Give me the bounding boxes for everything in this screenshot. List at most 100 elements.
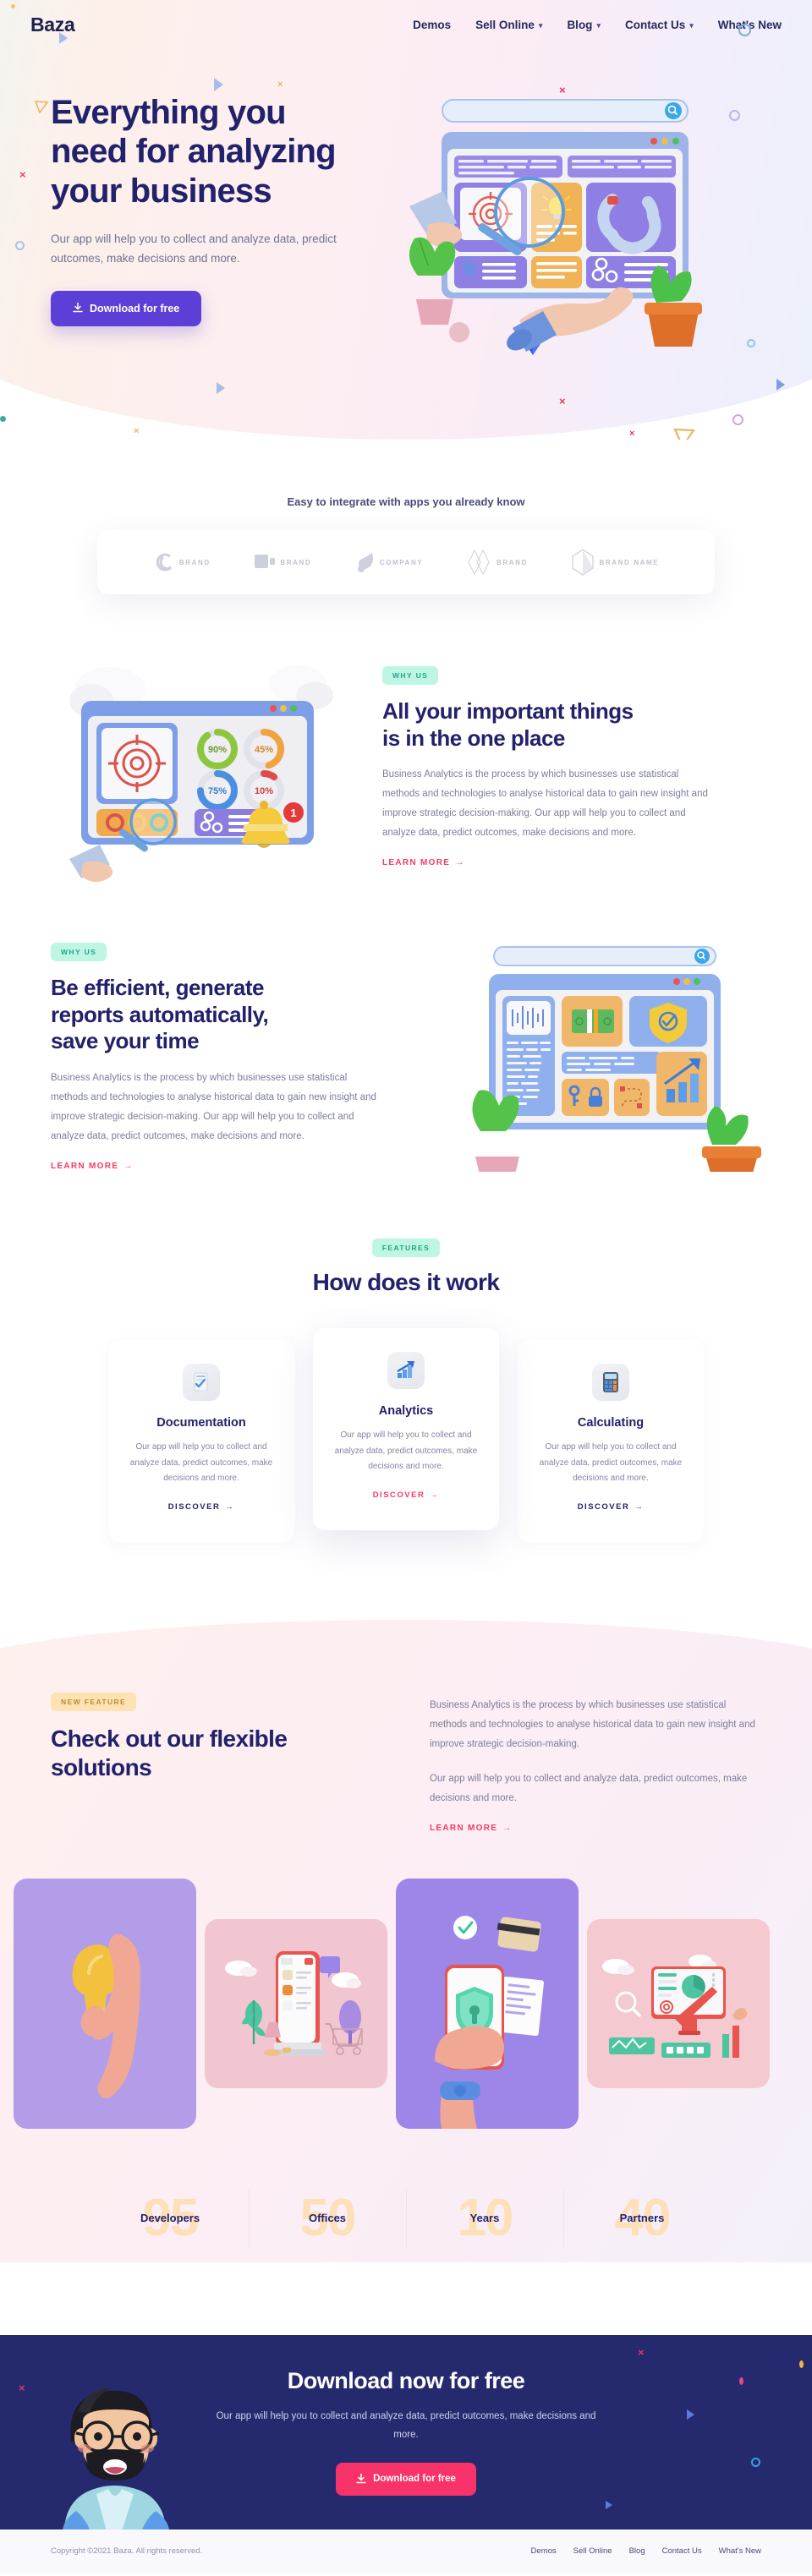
hero-section: × × × × × × Baza Demos Sell Online ▾ Blo… <box>0 0 812 440</box>
stat-years: 10 Years <box>406 2179 563 2257</box>
lightbulb-hand-art <box>72 1933 140 2098</box>
mobile-shopping-card[interactable] <box>205 1918 387 2088</box>
stat-label: Offices <box>308 2212 347 2225</box>
title-line: Be efficient, generate <box>51 975 264 1000</box>
calculator-icon <box>592 1364 629 1402</box>
feature-card-discover-link[interactable]: DISCOVER → <box>373 1490 440 1500</box>
deco-x: × <box>629 429 635 439</box>
footer-link-contact-us[interactable]: Contact Us <box>662 2546 702 2556</box>
reports-dashboard-illustration <box>465 943 761 1186</box>
donut-value: 10% <box>255 786 273 796</box>
arrow-right-icon: → <box>502 1823 513 1833</box>
brand-diamond-logo[interactable]: BRAND <box>467 549 528 576</box>
stat-developers: 95 Developers <box>91 2179 249 2257</box>
cta-download-label: Download for free <box>373 2474 456 2485</box>
integrations-title: Easy to integrate with apps you already … <box>287 495 525 508</box>
discover-label: DISCOVER <box>167 1501 221 1512</box>
swirl-icon <box>156 553 172 572</box>
feature-card-documentation[interactable]: Documentation Our app will help you to c… <box>108 1340 294 1542</box>
brand-swirl-logo[interactable]: BRAND <box>153 551 211 573</box>
cta-download-button[interactable]: Download for free <box>336 2462 476 2496</box>
square-icon <box>255 555 276 568</box>
title-line: is in the one place <box>382 725 565 751</box>
analytics-monitor-art <box>602 1954 748 2058</box>
deco-circle <box>732 414 743 425</box>
brand-square-logo[interactable]: BRAND <box>254 553 311 572</box>
why-us-two-copy: WHY US Be efficient, generate reports au… <box>51 943 430 1173</box>
nav-item-blog[interactable]: Blog ▾ <box>567 19 601 31</box>
hexagon-icon <box>572 549 595 576</box>
deco-triangle <box>606 2500 612 2509</box>
deco-dot <box>799 2360 804 2368</box>
footer-link-whats-new[interactable]: What's New <box>719 2546 761 2556</box>
solutions-paragraph-1: Business Analytics is the process by whi… <box>430 1699 755 1749</box>
mobile-shopping-art <box>225 1950 363 2056</box>
feature-card-discover-link[interactable]: DISCOVER → <box>168 1502 235 1512</box>
solutions-left: NEW FEATURE Check out our flexible solut… <box>51 1692 389 1835</box>
nav-item-label: Blog <box>567 18 593 31</box>
features-pill: FEATURES <box>371 1239 441 1258</box>
solutions-right: Business Analytics is the process by whi… <box>430 1693 761 1835</box>
hero-dashboard-art <box>409 99 702 352</box>
diamond-icon <box>468 549 490 576</box>
section-one-learn-more-link[interactable]: LEARN MORE → <box>382 858 465 867</box>
feature-card-discover-link[interactable]: DISCOVER → <box>578 1502 645 1512</box>
feature-cards: Documentation Our app will help you to c… <box>0 1328 812 1542</box>
section-two-learn-more-link[interactable]: LEARN MORE → <box>51 1162 134 1171</box>
title-line: All your important things <box>382 697 634 724</box>
discover-label: DISCOVER <box>372 1490 425 1500</box>
chevron-down-icon: ▾ <box>596 20 601 30</box>
feature-card-analytics[interactable]: Analytics Our app will help you to colle… <box>313 1328 499 1530</box>
nav-item-label: Contact Us <box>624 18 686 31</box>
document-check-icon <box>183 1364 220 1402</box>
nav-item-sell-online[interactable]: Sell Online ▾ <box>475 19 542 31</box>
logo-label: COMPANY <box>379 558 424 566</box>
title-line: save your time <box>51 1028 200 1054</box>
hero-text-block: Everything you need for analyzing your b… <box>51 81 389 360</box>
donut-value: 75% <box>208 786 227 796</box>
section-two-title: Be efficient, generate reports automatic… <box>51 975 430 1055</box>
why-us-pill: WHY US <box>382 665 439 685</box>
drop-icon <box>357 553 373 572</box>
new-feature-pill: NEW FEATURE <box>51 1692 137 1711</box>
hero-download-button[interactable]: Download for free <box>51 290 202 326</box>
arrow-right-icon: → <box>634 1501 645 1512</box>
brand-logo[interactable]: Baza <box>30 14 75 36</box>
title-line: reports automatically, <box>51 1001 269 1027</box>
footer-link-blog[interactable]: Blog <box>629 2546 645 2556</box>
company-drop-logo[interactable]: COMPANY <box>355 551 424 573</box>
reports-window-art <box>472 946 761 1186</box>
discover-label: DISCOVER <box>577 1501 630 1512</box>
analytics-window-art: 90% 45% 75% 10% 1 <box>69 665 333 883</box>
analytics-dashboard-card[interactable] <box>587 1918 770 2088</box>
solutions-learn-more-link[interactable]: LEARN MORE → <box>430 1824 513 1833</box>
footer: Copyright ©2021 Baza. All rights reserve… <box>0 2529 812 2573</box>
logo-label: BRAND NAME <box>599 558 660 566</box>
cta-title: Download now for free <box>287 2368 525 2394</box>
cta-subtitle: Our app will help you to collect and ana… <box>216 2411 596 2440</box>
feature-card-title: Analytics <box>378 1404 434 1419</box>
features-title: How does it work <box>312 1269 500 1296</box>
learn-more-label: LEARN MORE <box>51 1162 119 1172</box>
nav-item-contact-us[interactable]: Contact Us ▾ <box>625 19 694 31</box>
feature-card-body: Our app will help you to collect and ana… <box>129 1442 273 1484</box>
logo-label: BRAND <box>178 558 211 566</box>
brand-hex-logo[interactable]: BRAND NAME <box>571 549 659 576</box>
character-avatar-art <box>63 2387 169 2530</box>
stat-label: Years <box>469 2212 500 2225</box>
stat-label: Developers <box>140 2212 200 2225</box>
download-icon <box>356 2473 366 2484</box>
dashboard-percentages-illustration: 90% 45% 75% 10% 1 <box>51 654 347 883</box>
secure-payment-card[interactable] <box>396 1878 579 2129</box>
why-us-one-copy: WHY US All your important things is in t… <box>382 665 761 869</box>
hero-title-line: need for analyzing <box>51 133 337 171</box>
donut-value: 45% <box>255 745 273 755</box>
top-navigation: Baza Demos Sell Online ▾ Blog ▾ Contact … <box>0 0 812 49</box>
feature-card-calculating[interactable]: Calculating Our app will help you to col… <box>518 1340 704 1542</box>
arrow-right-icon: → <box>455 858 465 868</box>
nav-item-demos[interactable]: Demos <box>413 19 451 31</box>
footer-link-sell-online[interactable]: Sell Online <box>573 2546 612 2556</box>
footer-link-demos[interactable]: Demos <box>531 2546 557 2556</box>
idea-lightbulb-card[interactable] <box>14 1878 196 2129</box>
deco-circle <box>751 2457 760 2467</box>
